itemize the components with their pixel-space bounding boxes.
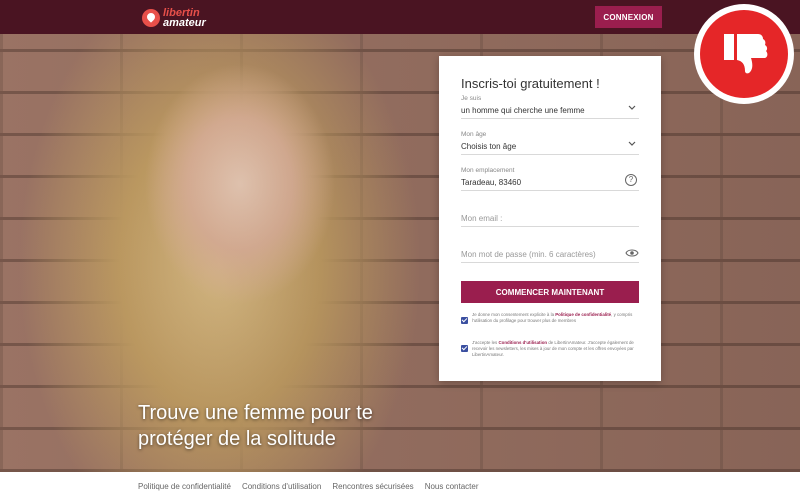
thumbs-down-icon: [724, 34, 768, 74]
hero-photo: Trouve une femme pour te protéger de la …: [0, 34, 800, 472]
privacy-checkbox[interactable]: [461, 317, 468, 324]
footer-links: Politique de confidentialité Conditions …: [138, 482, 479, 491]
start-now-button[interactable]: COMMENCER MAINTENANT: [461, 281, 639, 303]
age-select[interactable]: Mon âge Choisis ton âge: [461, 131, 639, 155]
signup-form: Inscris-toi gratuitement ! Je suis un ho…: [439, 56, 661, 381]
password-field[interactable]: Mon mot de passe (min. 6 caractères): [461, 248, 639, 263]
help-icon[interactable]: ?: [625, 174, 637, 186]
location-input[interactable]: Mon emplacement Taradeau, 83460 ?: [461, 167, 639, 191]
login-button[interactable]: CONNEXION: [595, 6, 662, 28]
footer: Politique de confidentialité Conditions …: [0, 472, 800, 500]
hero-title: Trouve une femme pour te protéger de la …: [138, 402, 373, 450]
logo-line2: amateur: [163, 17, 206, 29]
logo-heart-icon: [142, 9, 160, 27]
email-field[interactable]: Mon email :: [461, 212, 639, 227]
logo-text: libertin amateur: [163, 8, 206, 29]
terms-checkbox[interactable]: [461, 345, 468, 352]
footer-link-terms[interactable]: Conditions d'utilisation: [242, 482, 321, 491]
chevron-down-icon: [628, 141, 636, 146]
footer-link-privacy[interactable]: Politique de confidentialité: [138, 482, 231, 491]
terms-text-after: de LibertinAmateur. J'accepte également …: [472, 340, 634, 357]
location-label: Mon emplacement: [461, 167, 515, 174]
form-title: Inscris-toi gratuitement !: [461, 76, 600, 91]
footer-link-safe-dating[interactable]: Rencontres sécurisées: [332, 482, 413, 491]
badge-circle: [700, 10, 788, 98]
privacy-consent-text: Je donne mon consentement explicite à la…: [472, 312, 639, 324]
terms-link[interactable]: Conditions d'utilisation: [498, 340, 547, 345]
top-bar: libertin amateur CONNEXION: [0, 0, 800, 34]
footer-link-contact[interactable]: Nous contacter: [425, 482, 479, 491]
password-placeholder: Mon mot de passe (min. 6 caractères): [461, 250, 596, 259]
site-logo[interactable]: libertin amateur: [142, 6, 206, 30]
eye-icon[interactable]: [625, 248, 639, 258]
age-label: Mon âge: [461, 131, 487, 138]
age-value: Choisis ton âge: [461, 142, 517, 151]
chevron-down-icon: [628, 105, 636, 110]
gender-value: un homme qui cherche une femme: [461, 106, 585, 115]
privacy-policy-link[interactable]: Politique de confidentialité: [555, 312, 611, 317]
terms-text-before: J'accepte les: [472, 340, 498, 345]
terms-consent-text: J'accepte les Conditions d'utilisation d…: [472, 340, 639, 358]
consent-privacy: Je donne mon consentement explicite à la…: [461, 312, 639, 324]
gender-label: Je suis: [461, 95, 482, 102]
rating-badge: [694, 4, 794, 104]
consent-terms: J'accepte les Conditions d'utilisation d…: [461, 340, 639, 358]
gender-select[interactable]: Je suis un homme qui cherche une femme: [461, 95, 639, 119]
location-value: Taradeau, 83460: [461, 178, 522, 187]
privacy-text-before: Je donne mon consentement explicite à la: [472, 312, 555, 317]
email-placeholder: Mon email :: [461, 214, 503, 223]
